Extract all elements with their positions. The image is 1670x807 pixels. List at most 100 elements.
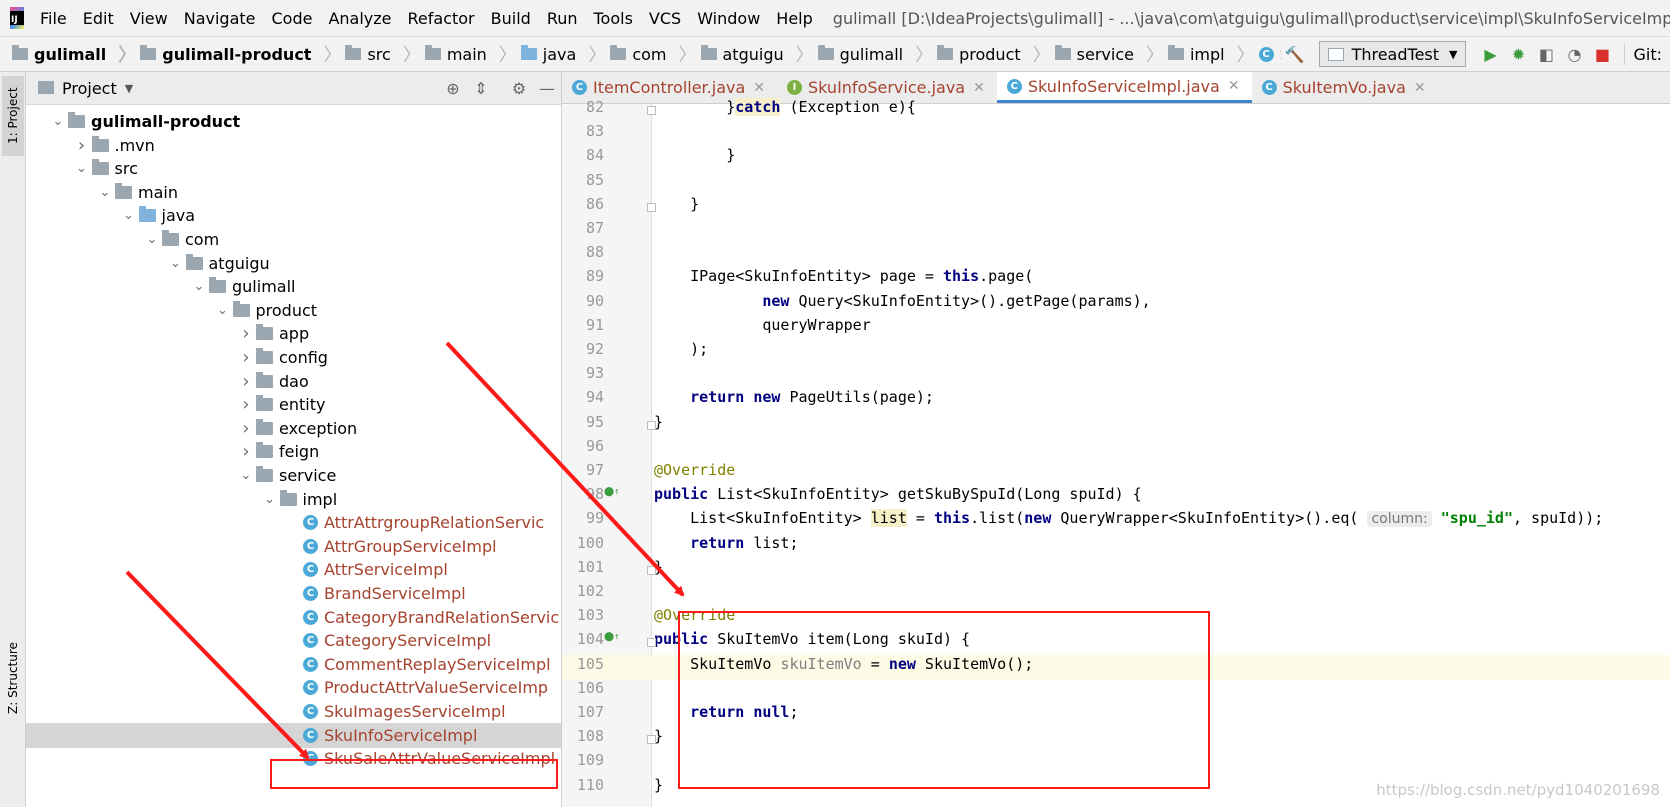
chevron-down-icon[interactable]: ⌄ (236, 468, 256, 483)
menu-run[interactable]: Run (539, 9, 586, 28)
code-line[interactable]: 101} (562, 558, 1670, 583)
menu-file[interactable]: File (32, 9, 75, 28)
menu-code[interactable]: Code (264, 9, 321, 28)
tree-item-class[interactable]: C BrandServiceImpl (26, 581, 561, 606)
breadcrumb-item[interactable]: 〉 com (580, 41, 670, 67)
tree-item-class[interactable]: C AttrAttrgroupRelationServic (26, 510, 561, 535)
fold-marker-icon[interactable] (647, 638, 656, 648)
code-line[interactable]: 82 }catch (Exception e){ (562, 98, 1670, 123)
code-line[interactable]: 91 queryWrapper (562, 316, 1670, 341)
chevron-down-icon[interactable]: ⌄ (166, 256, 186, 271)
chevron-down-icon[interactable]: ⌄ (142, 232, 162, 247)
tree-item-folder[interactable]: › feign (26, 439, 561, 464)
close-icon[interactable]: ✕ (1228, 78, 1240, 94)
tree-item-class[interactable]: C SkuInfoServiceImpl (26, 722, 561, 748)
tree-item-class[interactable]: C ProductAttrValueServiceImp (26, 675, 561, 700)
code-line[interactable]: 93 (562, 364, 1670, 389)
fold-marker-icon[interactable] (647, 735, 656, 745)
chevron-down-icon[interactable]: ⌄ (72, 161, 92, 176)
chevron-down-icon[interactable]: ⌄ (48, 114, 68, 129)
implements-method-icon[interactable]: ⬤↑ (604, 487, 620, 497)
tree-item-folder[interactable]: ⌄ gulimall-product (26, 109, 561, 134)
gear-icon[interactable]: ⚙ (505, 74, 533, 102)
code-line[interactable]: 108} (562, 727, 1670, 752)
chevron-right-icon[interactable]: › (236, 418, 256, 439)
menu-tools[interactable]: Tools (586, 9, 641, 28)
breadcrumb-item[interactable]: 〉 product (907, 41, 1025, 67)
breadcrumb-item[interactable]: gulimall (8, 45, 110, 64)
code-line[interactable]: 107 return null; (562, 703, 1670, 728)
code-line[interactable]: 109 (562, 751, 1670, 776)
code-line[interactable]: 105 SkuItemVo skuItemVo = new SkuItemVo(… (562, 654, 1670, 680)
tree-item-folder[interactable]: ⌄ gulimall (26, 274, 561, 299)
tree-item-class[interactable]: C CategoryServiceImpl (26, 628, 561, 653)
menu-build[interactable]: Build (483, 9, 539, 28)
tree-item-folder[interactable]: ⌄ com (26, 227, 561, 252)
hammer-build-icon[interactable]: 🔨 (1281, 40, 1309, 68)
chevron-down-icon[interactable]: ⌄ (260, 492, 280, 507)
menu-vcs[interactable]: VCS (641, 9, 689, 28)
profile-icon[interactable]: ◔ (1560, 40, 1588, 68)
code-line[interactable]: 98 public List<SkuInfoEntity> getSkuBySpu… (562, 485, 1670, 510)
tree-item-folder[interactable]: › dao (26, 369, 561, 394)
menu-analyze[interactable]: Analyze (320, 9, 399, 28)
fold-marker-icon[interactable] (647, 565, 656, 575)
tree-item-folder[interactable]: › exception (26, 416, 561, 441)
breadcrumb-item[interactable]: 〉 gulimall (788, 41, 907, 67)
code-line[interactable]: 106 (562, 679, 1670, 704)
breadcrumb-item[interactable]: 〉 src (315, 41, 394, 67)
code-line[interactable]: 97 @Override (562, 461, 1670, 486)
menu-window[interactable]: Window (689, 9, 768, 28)
code-line[interactable]: 90 new Query<SkuInfoEntity>().getPage(pa… (562, 292, 1670, 317)
fold-marker-icon[interactable] (647, 106, 656, 115)
chevron-down-icon[interactable]: ▼ (125, 82, 133, 95)
breadcrumb-item[interactable]: 〉 atguigu (671, 41, 788, 67)
code-line[interactable]: 104 public SkuItemVo item(Long skuId) {⬤↑ (562, 630, 1670, 655)
breadcrumb-item[interactable]: 〉 gulimall-product (110, 41, 315, 67)
menu-edit[interactable]: Edit (75, 9, 122, 28)
code-line[interactable]: 88 (562, 243, 1670, 268)
chevron-down-icon[interactable]: ⌄ (95, 185, 115, 200)
code-line[interactable]: 102 (562, 582, 1670, 607)
tab-structure-tool[interactable]: Z: Structure (2, 632, 24, 724)
code-line[interactable]: 103 @Override (562, 606, 1670, 631)
tree-item-class[interactable]: C CategoryBrandRelationServic (26, 605, 561, 630)
coverage-icon[interactable]: ◧ (1532, 40, 1560, 68)
code-line[interactable]: 95} (562, 413, 1670, 438)
chevron-right-icon[interactable]: › (72, 135, 92, 156)
chevron-down-icon[interactable]: ⌄ (213, 303, 233, 318)
tree-item-folder[interactable]: ⌄ product (26, 298, 561, 323)
chevron-down-icon[interactable]: ⌄ (189, 279, 209, 294)
menu-help[interactable]: Help (768, 9, 820, 28)
code-line[interactable]: 96 (562, 437, 1670, 462)
tree-item-class[interactable]: C CommentReplayServiceImpl (26, 652, 561, 677)
breadcrumb-item[interactable]: 〉 main (395, 41, 491, 67)
close-icon[interactable]: ✕ (1414, 80, 1426, 96)
breadcrumb-item[interactable]: 〉 java (491, 41, 581, 67)
tree-item-class[interactable]: C SkuSaleAttrValueServiceImpl (26, 746, 561, 771)
collapse-all-icon[interactable]: ⇕ (467, 74, 495, 102)
debug-icon[interactable]: ✹ (1504, 40, 1532, 68)
tree-item-folder[interactable]: ⌄ impl (26, 487, 561, 512)
tree-item-folder[interactable]: › entity (26, 392, 561, 417)
tree-item-folder[interactable]: ⌄ atguigu (26, 251, 561, 276)
code-line[interactable]: 99 List<SkuInfoEntity> list = this.list(… (562, 509, 1670, 534)
tree-item-folder[interactable]: ⌄ main (26, 180, 561, 205)
chevron-right-icon[interactable]: › (236, 441, 256, 462)
code-line[interactable]: 87 (562, 219, 1670, 244)
code-line[interactable]: 84 } (562, 146, 1670, 171)
tree-item-folder[interactable]: ⌄ java (26, 203, 561, 228)
close-icon[interactable]: ✕ (753, 80, 765, 96)
fold-marker-icon[interactable] (647, 420, 656, 430)
code-line[interactable]: 100 return list; (562, 534, 1670, 559)
close-icon[interactable]: ✕ (973, 80, 985, 96)
tree-item-class[interactable]: C AttrGroupServiceImpl (26, 534, 561, 559)
fold-marker-icon[interactable] (647, 202, 656, 212)
menu-refactor[interactable]: Refactor (400, 9, 483, 28)
tree-item-folder[interactable]: › app (26, 321, 561, 346)
code-line[interactable]: 89 IPage<SkuInfoEntity> page = this.page… (562, 267, 1670, 292)
tree-item-class[interactable]: C SkuImagesServiceImpl (26, 699, 561, 724)
breadcrumb-item[interactable]: 〉 impl (1138, 41, 1229, 67)
stop-icon[interactable]: ■ (1588, 40, 1616, 68)
code-line[interactable]: 85 (562, 171, 1670, 196)
